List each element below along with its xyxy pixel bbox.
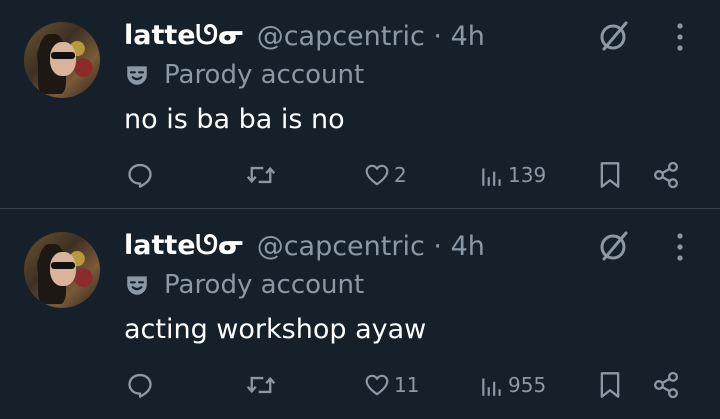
- tweet-text: acting workshop ayaw: [124, 314, 427, 345]
- share-icon: [653, 161, 679, 189]
- share-icon: [653, 371, 679, 399]
- like-count: 2: [394, 163, 407, 187]
- views-icon: [482, 378, 501, 396]
- grok-icon[interactable]: [596, 228, 632, 264]
- tweet-divider: [0, 208, 720, 209]
- badge-label: Parody account: [164, 60, 365, 90]
- more-icon[interactable]: [672, 230, 688, 264]
- handle-and-time[interactable]: @capcentric · 4h: [257, 231, 485, 262]
- reply-icon: [128, 163, 152, 188]
- grok-icon[interactable]: [596, 18, 632, 54]
- reply-button[interactable]: [126, 365, 154, 405]
- like-button[interactable]: 2: [364, 155, 407, 195]
- share-button[interactable]: [652, 365, 680, 405]
- reply-button[interactable]: [126, 155, 154, 195]
- action-bar: 2 139: [0, 155, 720, 195]
- tweet[interactable]: latteᘎᓂ @capcentric · 4h Parody account …: [0, 210, 720, 419]
- tweet-text: no is ba ba is no: [124, 104, 345, 135]
- views-button[interactable]: 955: [480, 365, 546, 405]
- avatar[interactable]: [24, 232, 100, 308]
- reply-icon: [128, 373, 152, 398]
- views-icon: [482, 168, 501, 186]
- views-count: 139: [508, 163, 547, 187]
- mask-icon: [127, 276, 147, 295]
- bookmark-icon: [600, 372, 620, 398]
- timeline-feed: latteᘎᓂ @capcentric · 4h Parody account …: [0, 0, 720, 409]
- like-count: 11: [394, 373, 420, 397]
- tweet-header: latteᘎᓂ @capcentric · 4h: [124, 16, 485, 56]
- more-icon[interactable]: [672, 20, 688, 54]
- retweet-icon: [246, 376, 276, 394]
- views-button[interactable]: 139: [480, 155, 546, 195]
- bookmark-button[interactable]: [598, 155, 622, 195]
- like-icon: [365, 374, 389, 396]
- handle-and-time[interactable]: @capcentric · 4h: [257, 21, 485, 52]
- bookmark-icon: [600, 162, 620, 188]
- tweet-header: latteᘎᓂ @capcentric · 4h: [124, 226, 485, 266]
- badge-label: Parody account: [164, 270, 365, 300]
- retweet-button[interactable]: [246, 365, 276, 405]
- views-count: 955: [508, 373, 547, 397]
- retweet-button[interactable]: [246, 155, 276, 195]
- like-button[interactable]: 11: [364, 365, 419, 405]
- parody-badge: Parody account: [124, 56, 364, 94]
- mask-icon: [127, 66, 147, 85]
- bookmark-button[interactable]: [598, 365, 622, 405]
- display-name[interactable]: latteᘎᓂ: [124, 20, 245, 52]
- tweet[interactable]: latteᘎᓂ @capcentric · 4h Parody account …: [0, 0, 720, 209]
- retweet-icon: [246, 166, 276, 184]
- action-bar: 11 955: [0, 365, 720, 405]
- parody-badge: Parody account: [124, 266, 364, 304]
- avatar[interactable]: [24, 22, 100, 98]
- like-icon: [365, 164, 389, 186]
- display-name[interactable]: latteᘎᓂ: [124, 230, 245, 262]
- share-button[interactable]: [652, 155, 680, 195]
